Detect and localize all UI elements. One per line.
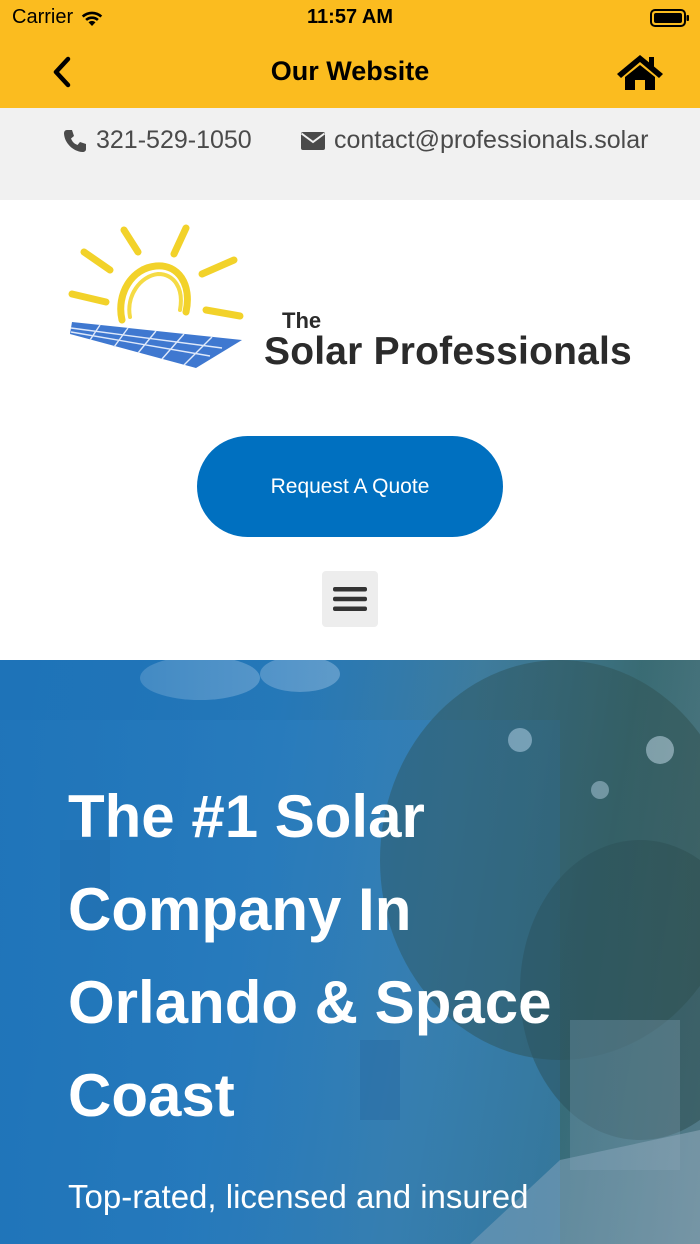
home-button[interactable] (614, 50, 666, 94)
home-icon (617, 55, 663, 90)
battery-icon (650, 9, 689, 27)
email-address: contact@professionals.solar (334, 126, 649, 154)
envelope-icon (300, 131, 326, 150)
email-link[interactable]: contact@professionals.solar (300, 126, 648, 155)
hero-banner: The #1 Solar Company In Orlando & Space … (0, 660, 700, 1244)
page-title: Our Website (270, 56, 430, 86)
navigation-bar: Our Website (0, 36, 700, 108)
app-header: Carrier 11:57 AM Our Website (0, 0, 700, 108)
menu-toggle-button[interactable] (322, 571, 378, 627)
sun-solar-panel-icon (68, 224, 244, 368)
phone-link[interactable]: 321-529-1050 (62, 126, 252, 155)
logo-text-name: Solar Professionals (264, 330, 632, 373)
phone-icon (64, 129, 86, 152)
phone-number: 321-529-1050 (96, 126, 252, 154)
hamburger-menu-icon (333, 587, 367, 611)
status-bar: Carrier 11:57 AM (0, 0, 700, 36)
hero-subheadline: Top-rated, licensed and insured (68, 1178, 529, 1215)
status-time: 11:57 AM (307, 6, 393, 28)
hero-headline: The #1 Solar Company In Orlando & Space … (68, 783, 552, 1129)
contact-bar: 321-529-1050 contact@professionals.solar (0, 108, 700, 200)
request-quote-button[interactable]: Request A Quote (197, 436, 503, 537)
brand-logo[interactable]: The Solar Professionals (66, 222, 646, 382)
